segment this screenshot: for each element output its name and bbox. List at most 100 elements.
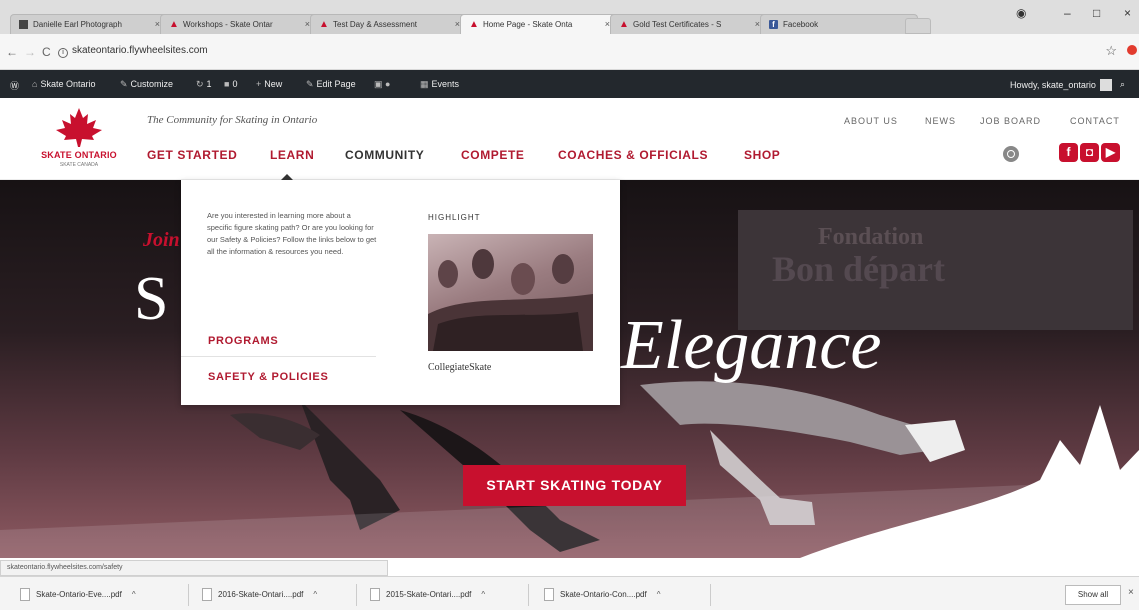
- plugin-icon: ▣ ●: [374, 79, 391, 89]
- site-search-icon[interactable]: [1003, 146, 1019, 162]
- wp-search-icon[interactable]: ⌕: [1120, 79, 1125, 90]
- highlight-caption[interactable]: CollegiateSkate: [428, 362, 491, 373]
- minimize-icon[interactable]: –: [1064, 6, 1071, 20]
- comment-icon: ■: [224, 79, 230, 89]
- hero-headline-start: S: [134, 265, 169, 333]
- plus-icon: +: [256, 79, 262, 89]
- facebook-favicon-icon: f: [769, 20, 778, 29]
- skate-ontario-favicon-icon: ▲: [169, 19, 179, 30]
- start-skating-button[interactable]: START SKATING TODAY: [463, 465, 686, 506]
- address-bar: ← → C i skateontario.flywheelsites.com ☆: [0, 34, 1139, 70]
- wp-edit-page[interactable]: ✎ Edit Page: [306, 79, 356, 90]
- url-field[interactable]: i skateontario.flywheelsites.com: [58, 45, 208, 58]
- wp-updates[interactable]: ↻ 1: [196, 79, 212, 90]
- highlight-image[interactable]: [428, 234, 593, 351]
- wp-customize[interactable]: ✎ Customize: [120, 79, 173, 90]
- nav-compete[interactable]: COMPETE: [461, 148, 525, 162]
- wp-site-menu[interactable]: ⌂ Skate Ontario: [32, 79, 95, 89]
- browser-tab-active[interactable]: ▲ Home Page - Skate Onta ×: [460, 14, 618, 34]
- skate-ontario-favicon-icon: ▲: [619, 19, 629, 30]
- nav-learn[interactable]: LEARN: [270, 148, 314, 162]
- wp-new[interactable]: + New: [256, 79, 282, 89]
- site-header: SKATE ONTARIO SKATE CANADA The Community…: [0, 98, 1139, 180]
- top-link-job-board[interactable]: JOB BOARD: [980, 116, 1041, 126]
- top-link-news[interactable]: NEWS: [925, 116, 956, 126]
- top-link-about-us[interactable]: ABOUT US: [844, 116, 898, 126]
- wp-admin-bar: Ⓦ ⌂ Skate Ontario ✎ Customize ↻ 1 ■ 0 + New ✎…: [0, 70, 1139, 98]
- tab-title: Danielle Earl Photograph: [33, 20, 122, 29]
- wp-events[interactable]: ▦ Events: [420, 79, 459, 90]
- divider: [528, 584, 529, 606]
- browser-tab[interactable]: Danielle Earl Photograph ×: [10, 14, 168, 34]
- nav-community[interactable]: COMMUNITY: [345, 148, 424, 162]
- new-tab-button[interactable]: [905, 18, 931, 34]
- pdf-file-icon: [370, 588, 380, 601]
- download-item[interactable]: 2016-Skate-Ontari....pdf ^: [192, 586, 317, 604]
- dashboard-icon: ⌂: [32, 79, 38, 89]
- chevron-up-icon[interactable]: ^: [481, 590, 485, 599]
- wp-account-menu[interactable]: Howdy, skate_ontario: [1010, 79, 1112, 91]
- profile-icon[interactable]: ◉: [1016, 6, 1026, 20]
- chevron-up-icon[interactable]: ^: [313, 590, 317, 599]
- facebook-icon[interactable]: f: [1059, 143, 1078, 162]
- avatar: [1099, 79, 1112, 91]
- tab-title: Test Day & Assessment: [333, 20, 418, 29]
- chevron-up-icon[interactable]: ^: [132, 590, 136, 599]
- extension-icon[interactable]: [1127, 45, 1137, 55]
- browser-tab[interactable]: ▲ Gold Test Certificates - S ×: [610, 14, 768, 34]
- updates-icon: ↻: [196, 79, 204, 89]
- browser-tab[interactable]: f Facebook ×: [760, 14, 918, 34]
- menu-link-safety-policies[interactable]: SAFETY & POLICIES: [208, 371, 329, 383]
- tab-title: Workshops - Skate Ontar: [183, 20, 273, 29]
- chevron-up-icon[interactable]: ^: [657, 590, 661, 599]
- download-item[interactable]: Skate-Ontario-Con....pdf ^: [534, 586, 660, 604]
- back-icon[interactable]: ←: [6, 45, 18, 59]
- status-bar: skateontario.flywheelsites.com/safety: [0, 560, 388, 576]
- wordpress-logo-icon[interactable]: Ⓦ: [10, 79, 19, 92]
- logo-subtext: SKATE CANADA: [59, 162, 99, 168]
- download-item[interactable]: 2015-Skate-Ontari....pdf ^: [360, 586, 485, 604]
- nav-get-started[interactable]: GET STARTED: [147, 148, 237, 162]
- tab-title: Gold Test Certificates - S: [633, 20, 722, 29]
- browser-tab[interactable]: ▲ Workshops - Skate Ontar ×: [160, 14, 318, 34]
- maple-leaf-icon: [56, 108, 102, 147]
- browser-tab[interactable]: ▲ Test Day & Assessment ×: [310, 14, 468, 34]
- menu-link-programs[interactable]: PROGRAMS: [208, 335, 278, 347]
- nav-coaches-officials[interactable]: COACHES & OFFICIALS: [558, 148, 708, 162]
- person-favicon-icon: [19, 20, 28, 29]
- skate-ontario-favicon-icon: ▲: [319, 19, 329, 30]
- info-icon[interactable]: i: [58, 48, 68, 58]
- close-downloads-icon[interactable]: ×: [1128, 587, 1134, 598]
- nav-shop[interactable]: SHOP: [744, 148, 780, 162]
- show-all-downloads-button[interactable]: Show all: [1065, 585, 1121, 605]
- learn-mega-menu: Are you interested in learning more abou…: [181, 180, 620, 405]
- instagram-icon[interactable]: ◘: [1080, 143, 1099, 162]
- site-logo[interactable]: SKATE ONTARIO SKATE CANADA: [34, 106, 124, 176]
- pdf-file-icon: [20, 588, 30, 601]
- downloads-bar: Skate-Ontario-Eve....pdf ^ 2016-Skate-Ont…: [0, 576, 1139, 610]
- hero-headline-end: Elegance: [621, 307, 882, 384]
- pdf-file-icon: [544, 588, 554, 601]
- bookmark-star-icon[interactable]: ☆: [1105, 43, 1117, 59]
- top-link-contact[interactable]: CONTACT: [1070, 116, 1120, 126]
- youtube-icon[interactable]: ▶: [1101, 143, 1120, 162]
- wp-plugin-icons[interactable]: ▣ ●: [374, 79, 393, 90]
- url-text: skateontario.flywheelsites.com: [72, 45, 208, 56]
- pdf-file-icon: [202, 588, 212, 601]
- hero-join-text: Join: [143, 229, 180, 251]
- maximize-icon[interactable]: □: [1093, 6, 1100, 20]
- learn-menu-description: Are you interested in learning more abou…: [207, 211, 377, 256]
- skate-ontario-favicon-icon: ▲: [469, 19, 479, 30]
- download-item[interactable]: Skate-Ontario-Eve....pdf ^: [10, 586, 136, 604]
- menu-divider: [181, 356, 376, 357]
- forward-icon[interactable]: →: [24, 45, 36, 59]
- wp-comments[interactable]: ■ 0: [224, 79, 237, 89]
- highlight-heading: HIGHLIGHT: [428, 213, 481, 222]
- divider: [356, 584, 357, 606]
- browser-tab-strip: Danielle Earl Photograph × ▲ Workshops -…: [0, 0, 1139, 34]
- close-window-icon[interactable]: ×: [1124, 6, 1131, 20]
- tab-title: Home Page - Skate Onta: [483, 20, 573, 29]
- reload-icon[interactable]: C: [42, 45, 51, 59]
- skaters-group-photo: [428, 249, 593, 351]
- calendar-icon: ▦: [420, 79, 429, 89]
